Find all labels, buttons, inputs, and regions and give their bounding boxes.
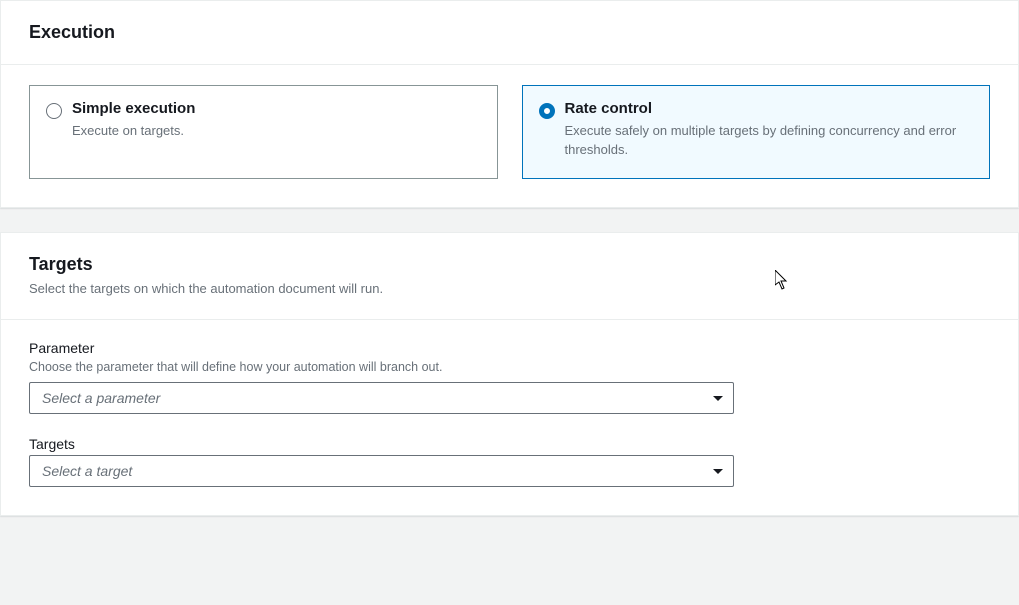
option-description: Execute on targets. [72,122,481,141]
execution-heading: Execution [29,21,990,44]
parameter-hint: Choose the parameter that will define ho… [29,359,990,377]
option-title: Simple execution [72,100,481,117]
targets-placeholder: Select a target [42,463,132,479]
targets-panel: Targets Select the targets on which the … [0,232,1019,516]
execution-option-simple[interactable]: Simple execution Execute on targets. [29,85,498,179]
targets-header: Targets Select the targets on which the … [1,233,1018,320]
targets-heading: Targets [29,253,990,276]
parameter-placeholder: Select a parameter [42,390,160,406]
caret-down-icon [713,396,723,401]
execution-option-rate-control[interactable]: Rate control Execute safely on multiple … [522,85,991,179]
targets-field: Targets Select a target [29,436,990,487]
radio-icon [46,103,62,119]
caret-down-icon [713,469,723,474]
targets-select[interactable]: Select a target [29,455,734,487]
execution-header: Execution [1,1,1018,65]
parameter-field: Parameter Choose the parameter that will… [29,340,990,415]
tile-content: Simple execution Execute on targets. [72,100,481,141]
targets-label: Targets [29,436,990,452]
option-title: Rate control [565,100,974,117]
parameter-label: Parameter [29,340,990,356]
execution-body: Simple execution Execute on targets. Rat… [1,65,1018,207]
parameter-select[interactable]: Select a parameter [29,382,734,414]
targets-subheading: Select the targets on which the automati… [29,280,990,298]
tile-content: Rate control Execute safely on multiple … [565,100,974,160]
execution-options: Simple execution Execute on targets. Rat… [29,85,990,179]
option-description: Execute safely on multiple targets by de… [565,122,974,160]
radio-icon [539,103,555,119]
execution-panel: Execution Simple execution Execute on ta… [0,0,1019,208]
targets-body: Parameter Choose the parameter that will… [1,320,1018,516]
